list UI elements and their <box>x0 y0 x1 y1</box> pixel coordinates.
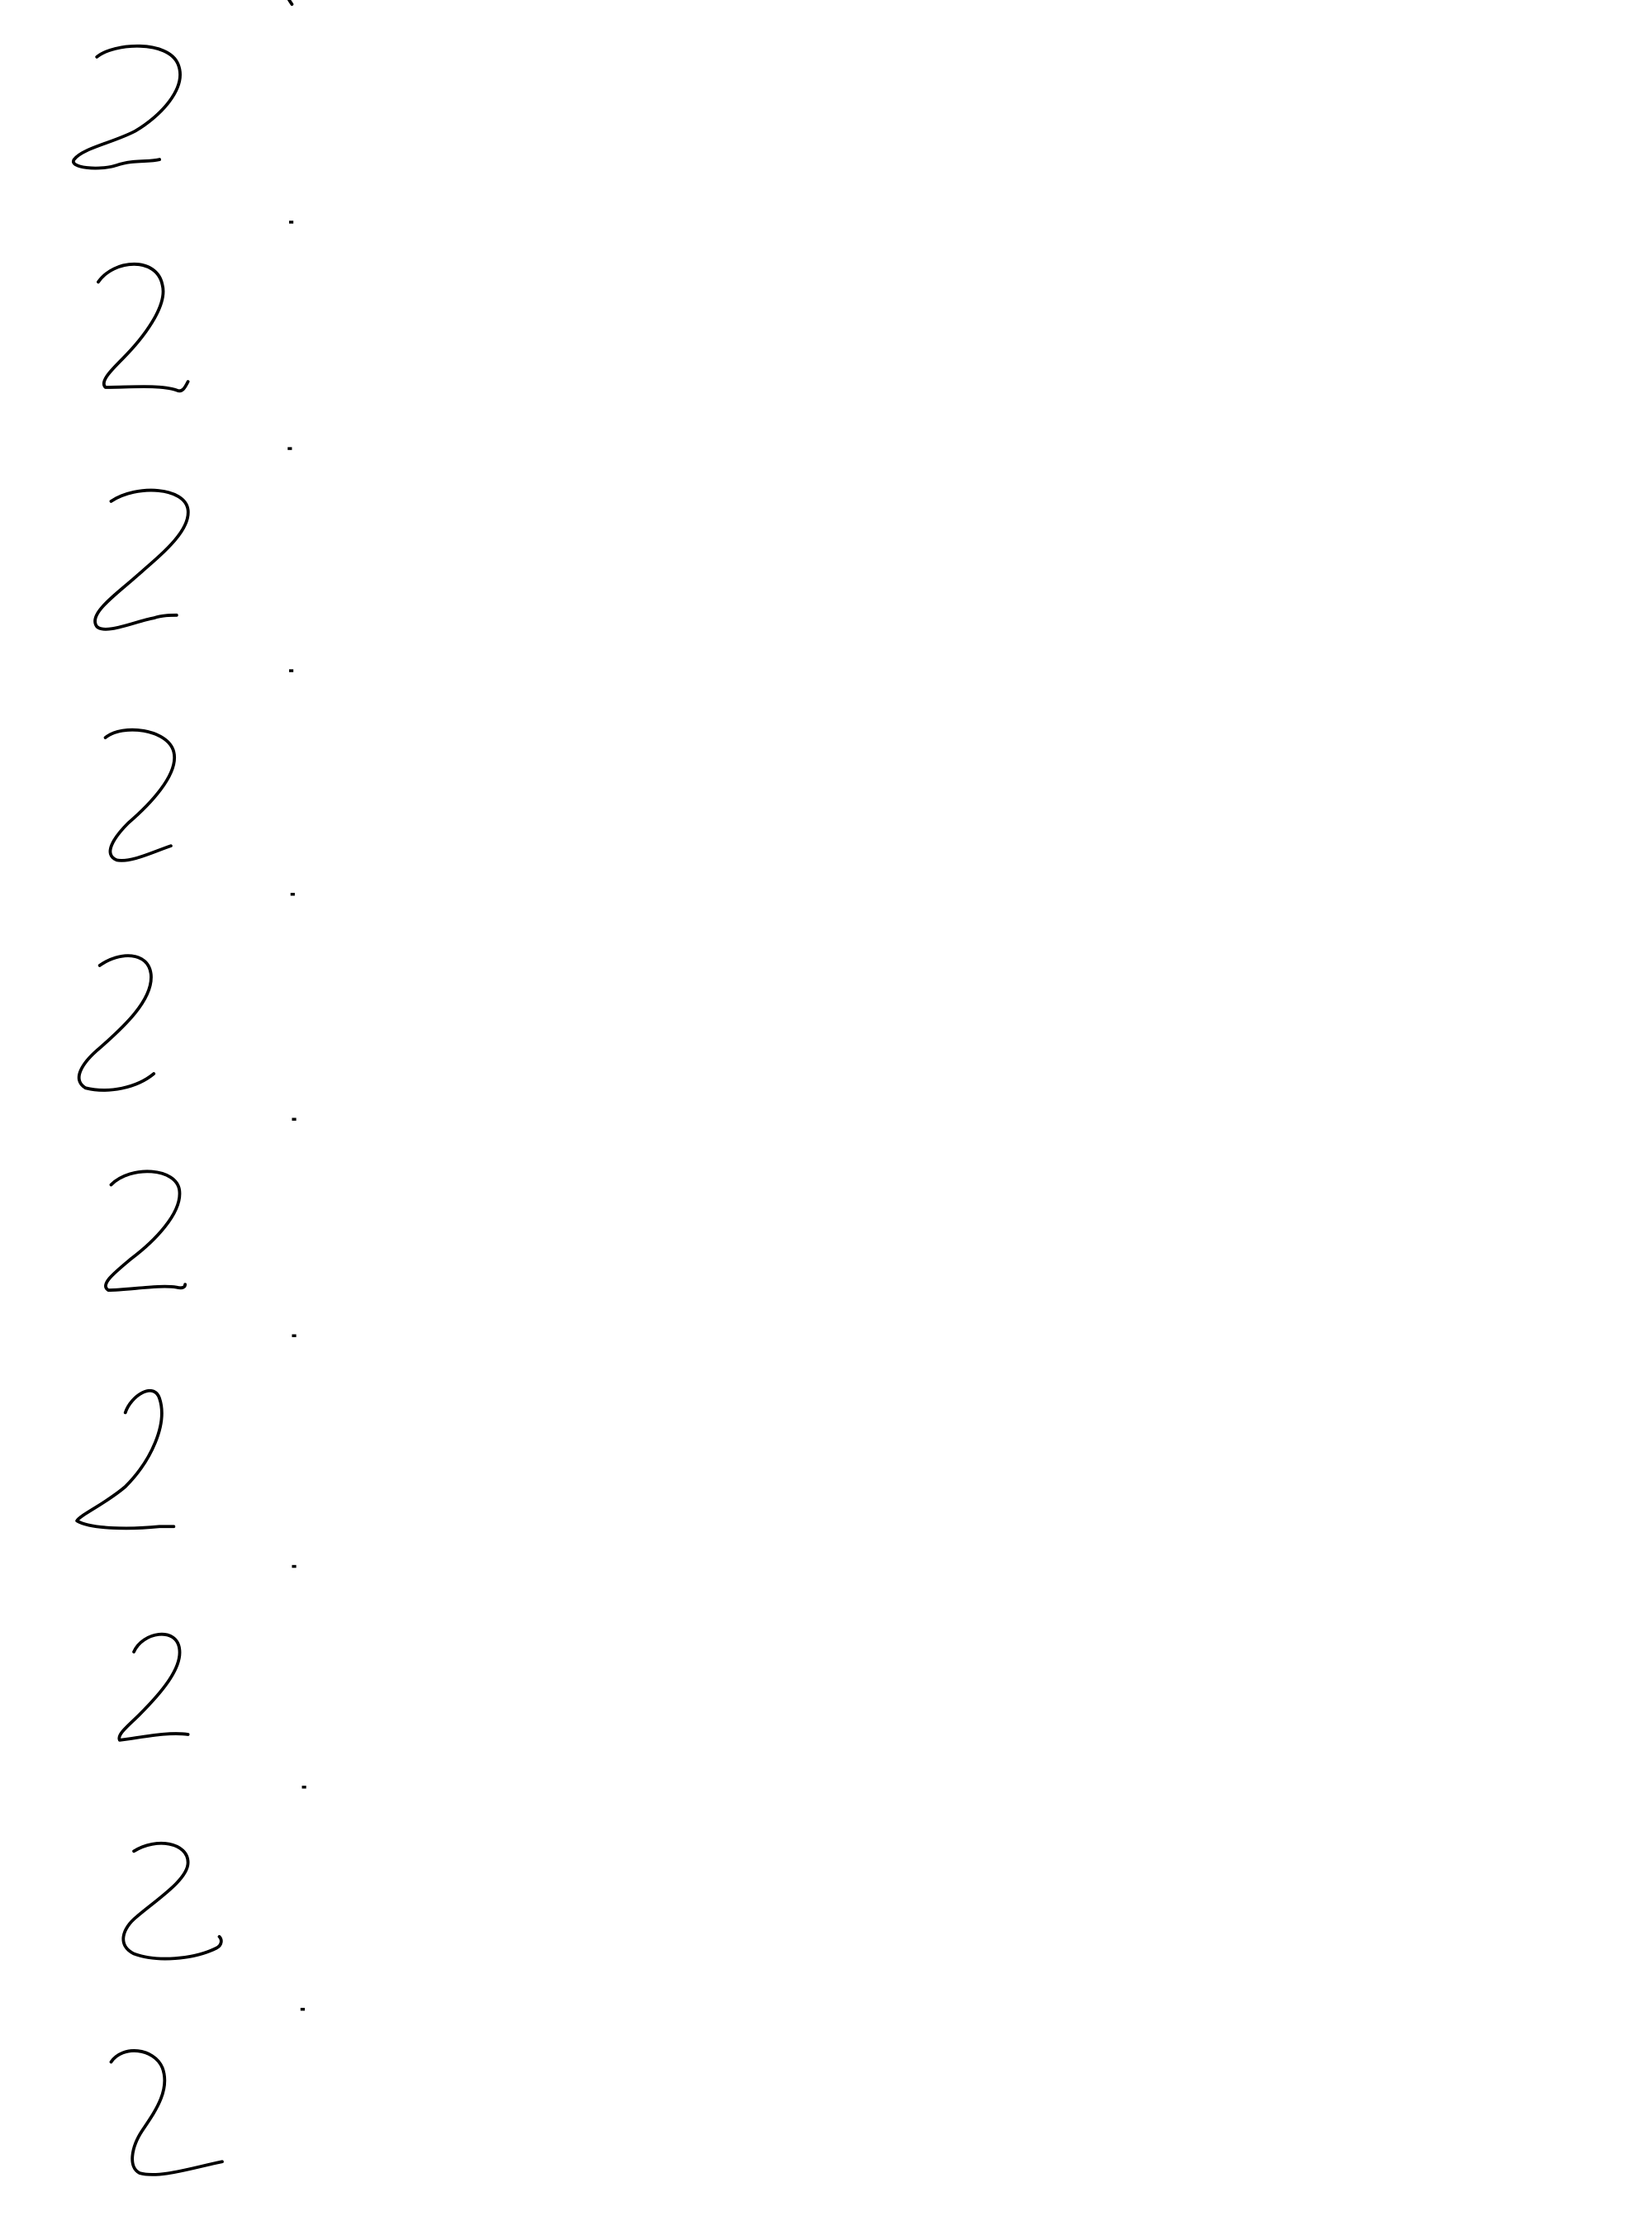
dot-mark <box>292 1334 297 1337</box>
dot-mark <box>292 1117 297 1121</box>
handwriting-canvas <box>72 0 306 2176</box>
dot-mark <box>301 1786 306 1789</box>
handwritten-digit <box>72 44 182 170</box>
handwritten-digit <box>117 1632 190 1742</box>
dot-mark <box>290 893 295 896</box>
tick-mark <box>287 0 294 7</box>
handwritten-digit <box>75 1388 176 1530</box>
handwritten-digit <box>121 1841 223 1961</box>
handwritten-digit <box>77 954 156 1092</box>
handwritten-digit <box>97 263 190 393</box>
dot-mark <box>292 1564 297 1568</box>
dot-mark <box>289 221 294 224</box>
handwritten-digit <box>109 2049 224 2176</box>
dot-mark <box>287 447 292 450</box>
dot-mark <box>300 2008 305 2011</box>
handwritten-digit <box>104 1170 188 1292</box>
dot-mark <box>289 669 294 672</box>
handwritten-digit <box>93 488 190 631</box>
handwritten-digit <box>103 728 177 862</box>
